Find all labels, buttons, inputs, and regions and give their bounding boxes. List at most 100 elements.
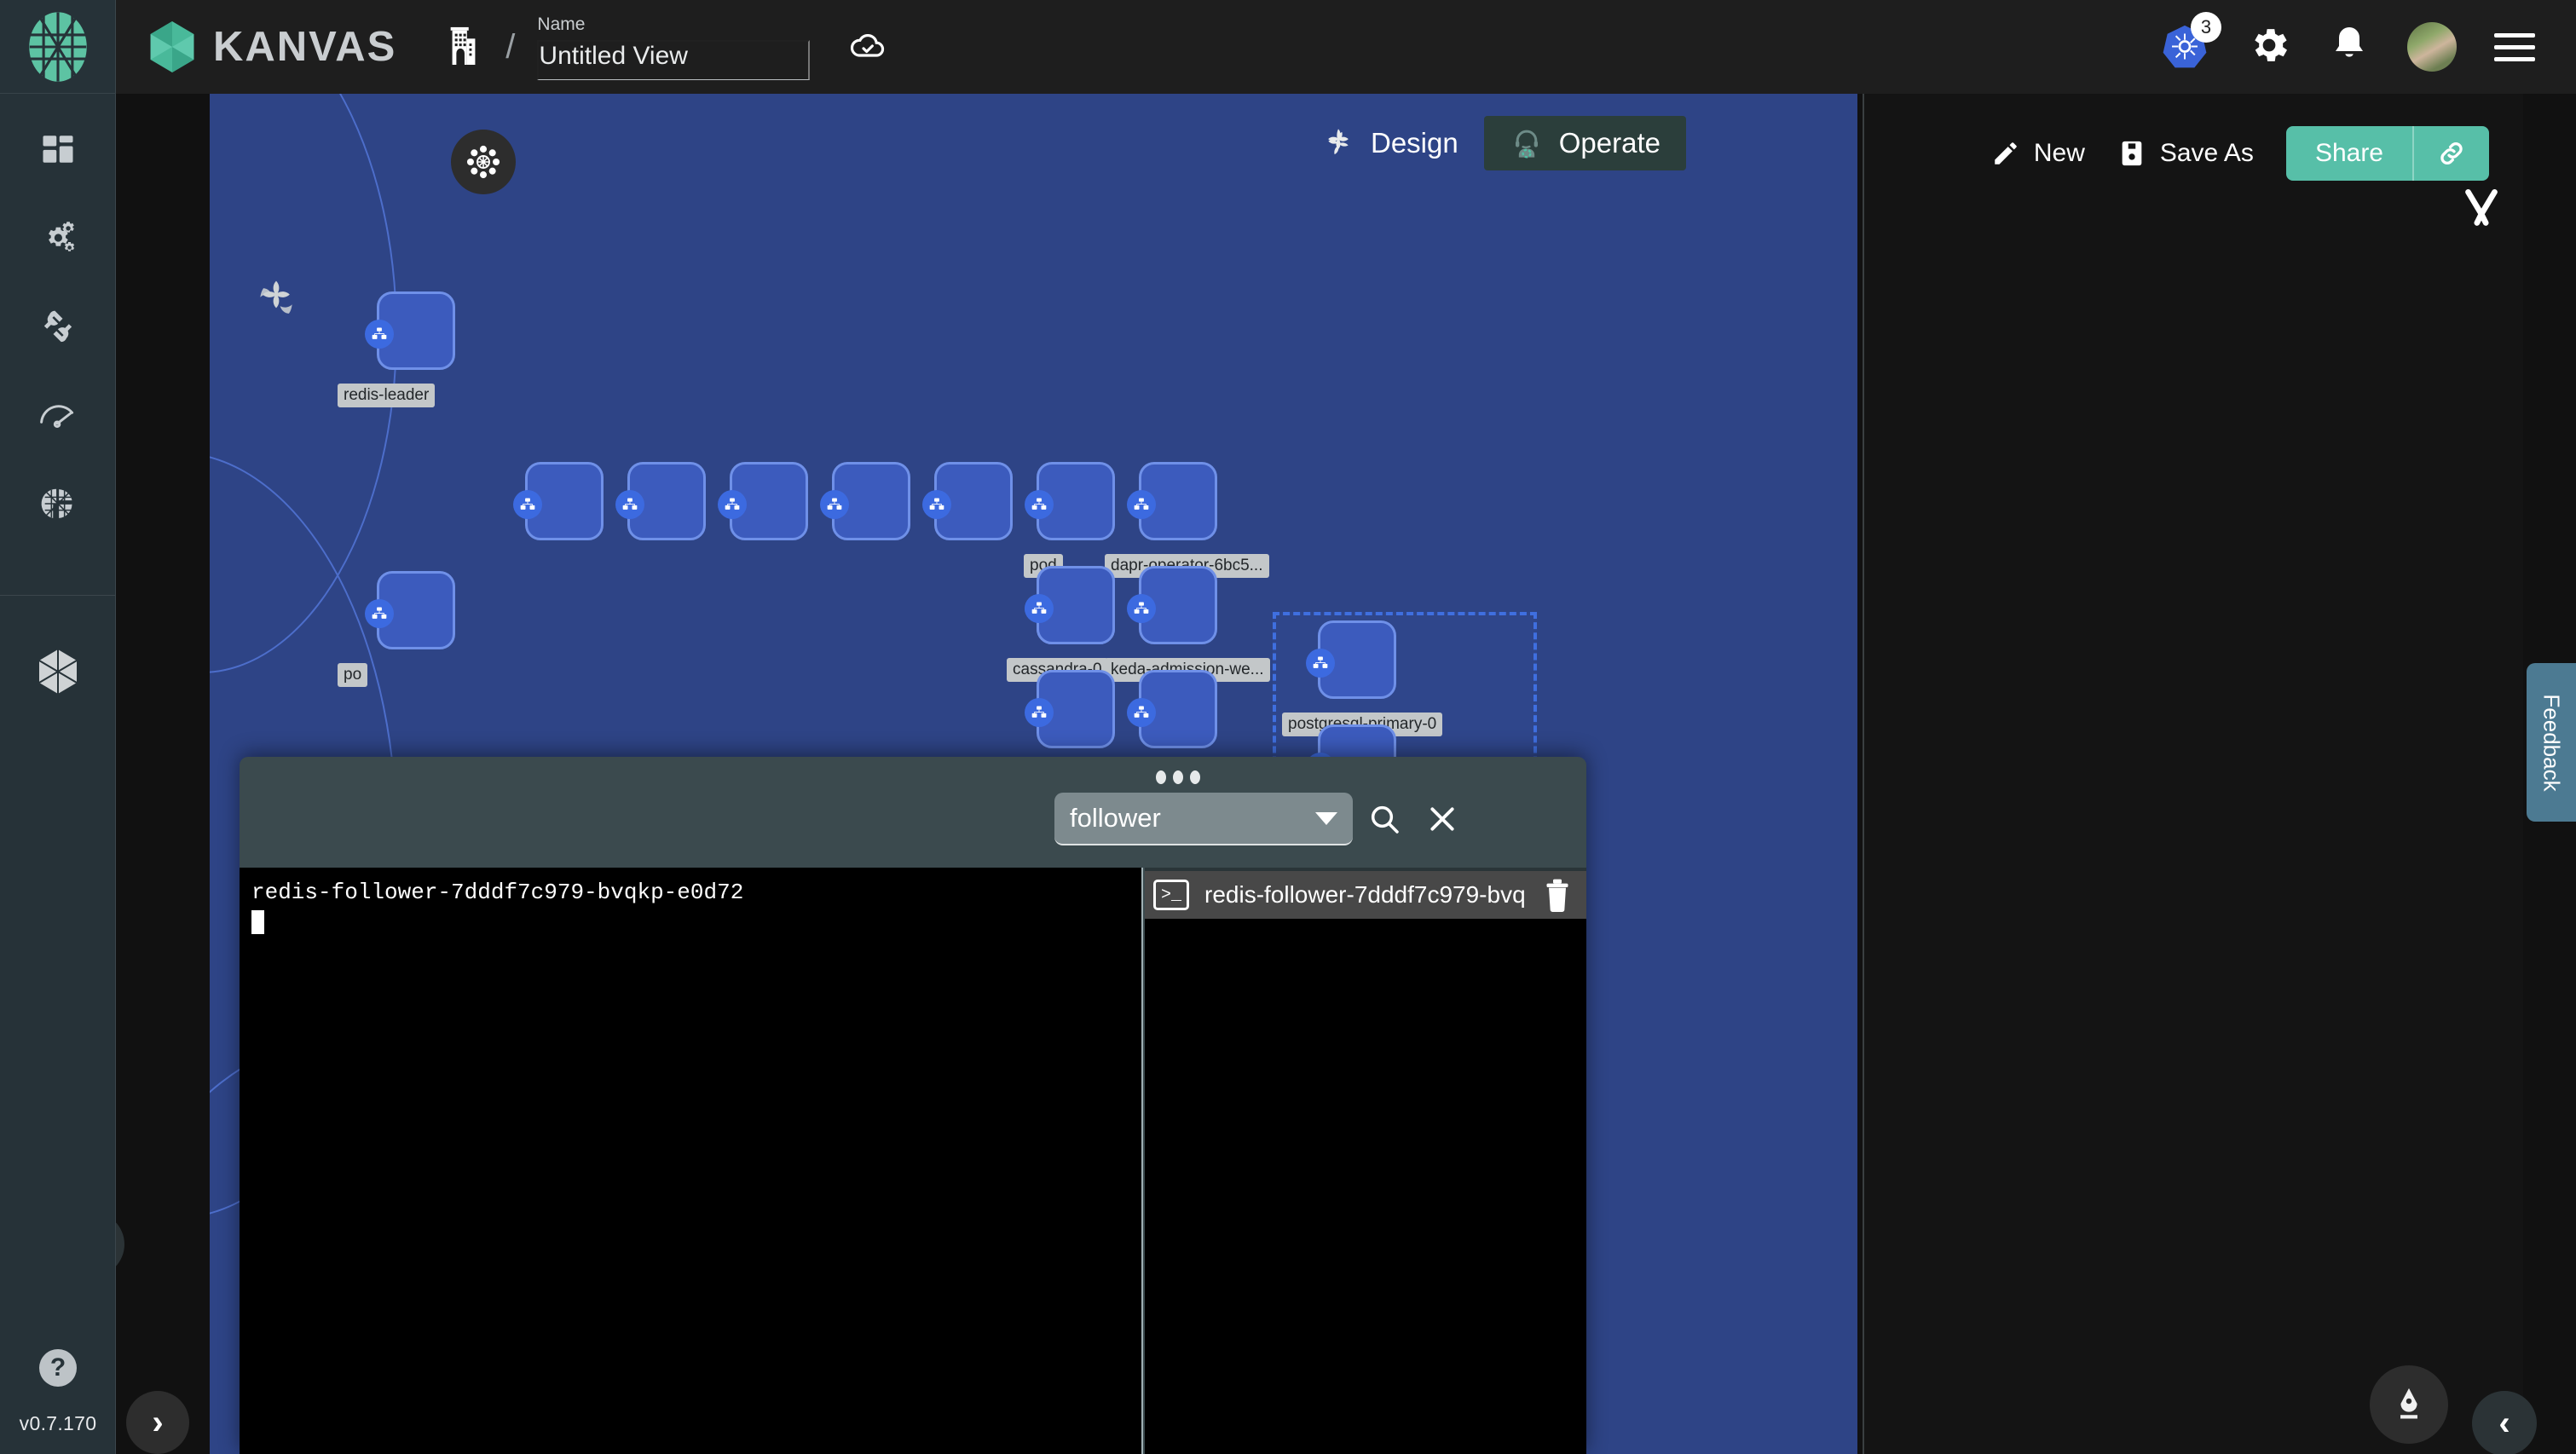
menu-line: [2494, 56, 2535, 61]
session-label: redis-follower-7dddf7c979-bvq: [1204, 881, 1526, 908]
kubernetes-resource-icon: [1025, 594, 1054, 623]
kubernetes-resource-icon: [1127, 698, 1156, 727]
pod-search-select[interactable]: follower: [1054, 793, 1353, 845]
sidebar-footer: ? v0.7.170: [0, 1349, 116, 1454]
organization-icon[interactable]: [444, 24, 483, 71]
tab-operate[interactable]: Operate: [1483, 116, 1686, 170]
sidebar-item-dashboard[interactable]: [32, 123, 84, 176]
kubernetes-resource-icon: [718, 490, 747, 519]
right-panel: New Save As Share: [1863, 94, 2523, 1454]
pod-search-value: follower: [1070, 803, 1161, 833]
sidebar-item-kanvas[interactable]: [32, 645, 84, 698]
share-button[interactable]: Share: [2286, 126, 2412, 181]
top-bar: KANVAS / Name Untitled View 3: [116, 0, 2576, 94]
canvas-node[interactable]: [1127, 566, 1217, 644]
sidebar-item-configuration[interactable]: [32, 211, 84, 264]
kubernetes-resource-icon: [1025, 490, 1054, 519]
canvas-node[interactable]: [922, 462, 1013, 540]
kubernetes-resource-icon: [1025, 698, 1054, 727]
settings-button[interactable]: [2247, 23, 2291, 72]
feedback-label: Feedback: [2538, 693, 2565, 792]
sidebar-item-performance[interactable]: [32, 389, 84, 441]
cloud-saved-icon[interactable]: [847, 28, 888, 66]
tab-design[interactable]: Design: [1296, 116, 1484, 170]
operator-headset-icon: [1515, 130, 1538, 159]
meshery-pie-icon: [41, 488, 72, 518]
close-dialog-button[interactable]: [1416, 793, 1469, 845]
sidebar-item-catalog[interactable]: [32, 477, 84, 530]
canvas-node[interactable]: [615, 462, 706, 540]
brand-name: KANVAS: [213, 24, 397, 70]
brand[interactable]: KANVAS: [148, 21, 396, 72]
expand-canvas-button[interactable]: ›: [126, 1391, 189, 1454]
user-avatar[interactable]: [2407, 22, 2457, 72]
canvas-node-label: po: [338, 663, 368, 687]
terminal-output[interactable]: redis-follower-7dddf7c979-bvqkp-e0d72: [240, 868, 1143, 1454]
canvas-node[interactable]: [1025, 670, 1115, 748]
list-item[interactable]: >_ redis-follower-7dddf7c979-bvq: [1145, 871, 1586, 919]
collapse-panel-button[interactable]: ‹: [2472, 1391, 2537, 1454]
gear-icon: [2255, 28, 2288, 61]
annotate-pen-button[interactable]: [2370, 1365, 2448, 1444]
wrench-screwdriver-icon: [43, 310, 72, 343]
save-as-button[interactable]: Save As: [2117, 139, 2254, 168]
kubernetes-resource-icon: [820, 490, 849, 519]
bell-icon: [2336, 26, 2363, 57]
version-label: v0.7.170: [19, 1412, 97, 1434]
canvas-node[interactable]: [1025, 566, 1115, 644]
cluster-node-icon[interactable]: [451, 130, 516, 194]
kubernetes-resource-icon: [365, 599, 394, 628]
kubernetes-resource-icon: [922, 490, 951, 519]
search-icon: [1371, 805, 1399, 834]
kanvas-hexagon-icon: [38, 649, 78, 694]
canvas-node[interactable]: [718, 462, 808, 540]
feedback-tab[interactable]: Feedback: [2527, 663, 2576, 822]
canvas-node[interactable]: [1127, 670, 1217, 748]
pod-search-bar: follower: [1054, 793, 1469, 845]
close-panel-icon[interactable]: [2455, 183, 2508, 240]
menu-line: [2494, 32, 2535, 38]
canvas-node[interactable]: [365, 571, 455, 649]
help-icon[interactable]: ?: [39, 1349, 77, 1387]
kubernetes-connections-button[interactable]: 3: [2160, 12, 2221, 72]
trash-icon: [1546, 879, 1568, 912]
notifications-button[interactable]: [2329, 23, 2370, 72]
search-button[interactable]: [1358, 793, 1411, 845]
meshery-sphere-icon: [28, 11, 87, 82]
terminal-icon: >_: [1153, 880, 1189, 910]
menu-line: [2494, 44, 2535, 49]
top-bar-actions: 3: [2160, 12, 2535, 72]
copy-link-button[interactable]: [2412, 126, 2489, 181]
share-label: Share: [2314, 139, 2383, 167]
view-name-field[interactable]: Name: [537, 14, 811, 80]
canvas-node[interactable]: [1025, 462, 1115, 540]
chevron-left-icon: ‹: [2498, 1405, 2510, 1442]
gauge-icon: [39, 405, 73, 428]
delete-session-button[interactable]: [1540, 876, 1574, 919]
drag-dot: [1156, 770, 1166, 784]
meshery-avatar-logo[interactable]: [0, 0, 116, 94]
new-button[interactable]: New: [1991, 139, 2085, 168]
kubernetes-resource-icon: [615, 490, 644, 519]
sidebar-item-tools[interactable]: [32, 300, 84, 353]
help-glyph: ?: [49, 1353, 66, 1382]
cluster-glyph-icon: [466, 145, 500, 179]
left-sidebar: ? v0.7.170: [0, 0, 116, 1454]
mode-tabs: Design Operate: [1296, 116, 1686, 170]
dialog-drag-handle[interactable]: [1156, 770, 1200, 784]
chain-link-icon: [2440, 142, 2463, 164]
canvas-node[interactable]: [513, 462, 604, 540]
save-as-label: Save As: [2159, 139, 2254, 167]
kubernetes-badge-count: 3: [2191, 12, 2221, 43]
terminal-line: redis-follower-7dddf7c979-bvqkp-e0d72: [251, 880, 744, 905]
terminal-cursor: [251, 910, 264, 934]
canvas-node[interactable]: [365, 291, 455, 370]
canvas-node[interactable]: [820, 462, 910, 540]
view-name-input[interactable]: [537, 39, 811, 80]
terminal-dialog[interactable]: follower redis-follower-7dddf7c979-bvqkp…: [240, 757, 1586, 1454]
canvas-node[interactable]: [1306, 620, 1396, 699]
tab-design-label: Design: [1371, 127, 1458, 159]
terminal-session-list: >_ redis-follower-7dddf7c979-bvq: [1145, 868, 1586, 1454]
canvas-node[interactable]: [1127, 462, 1217, 540]
main-menu-button[interactable]: [2494, 32, 2535, 61]
